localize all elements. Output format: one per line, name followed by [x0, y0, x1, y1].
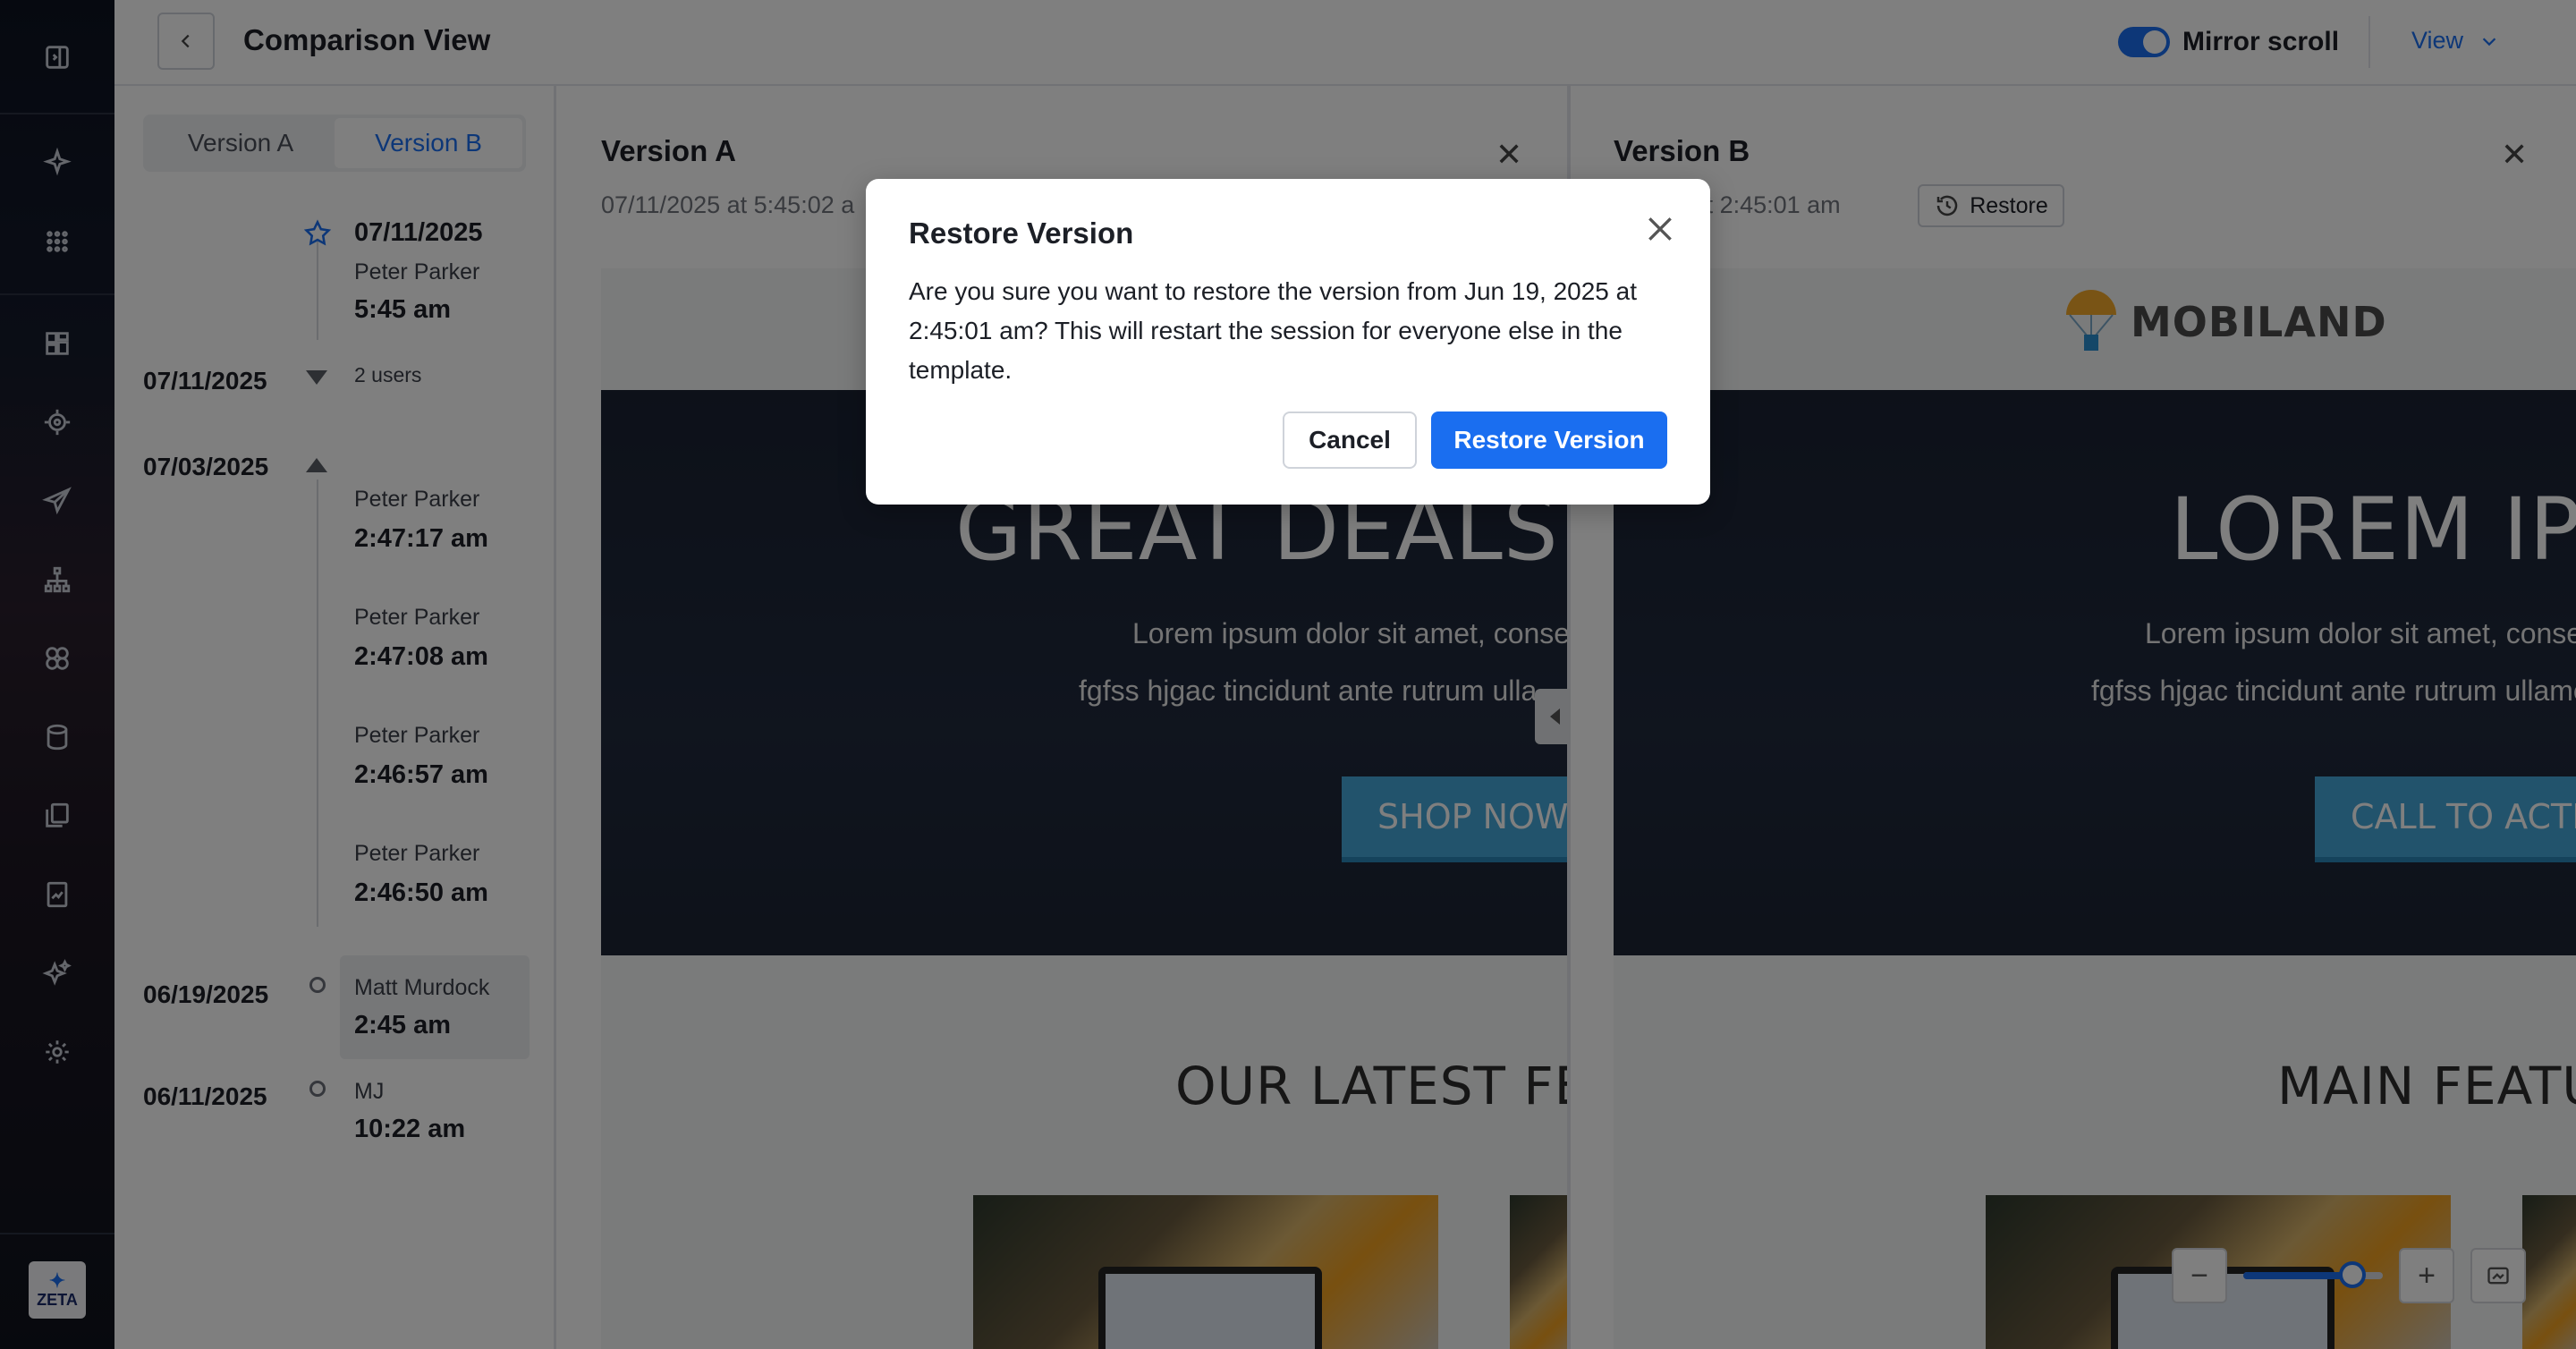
cancel-button[interactable]: Cancel — [1283, 411, 1417, 469]
dialog-title: Restore Version — [909, 216, 1134, 250]
close-icon[interactable] — [1642, 211, 1678, 247]
restore-version-dialog: Restore Version Are you sure you want to… — [866, 179, 1710, 505]
restore-version-button[interactable]: Restore Version — [1431, 411, 1667, 469]
dialog-message: Are you sure you want to restore the ver… — [909, 277, 1637, 384]
